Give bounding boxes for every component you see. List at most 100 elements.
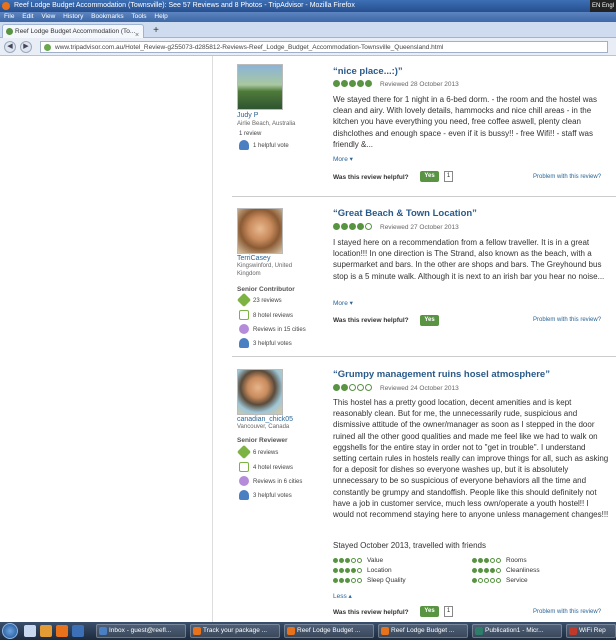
subrating-label: Value bbox=[367, 557, 384, 564]
site-identity-icon[interactable] bbox=[44, 44, 51, 51]
reviewer-level: Senior Contributor bbox=[237, 286, 295, 293]
reviewer-name[interactable]: TerriCasey bbox=[237, 255, 270, 262]
outlook-quicklaunch-icon[interactable] bbox=[72, 625, 84, 637]
helpful-yes-button[interactable]: Yes bbox=[420, 171, 439, 182]
helpful-count: 1 bbox=[444, 606, 453, 617]
reviewer-name[interactable]: Judy P bbox=[237, 112, 258, 119]
rating-bubbles-3 bbox=[333, 556, 363, 566]
avatar[interactable] bbox=[237, 208, 283, 254]
helpful-count: 1 bbox=[444, 171, 453, 182]
ribbon-icon bbox=[239, 140, 249, 151]
menu-bookmarks[interactable]: Bookmarks bbox=[91, 13, 124, 20]
back-button[interactable]: ◀ bbox=[4, 41, 16, 53]
review-body: We stayed there for 1 night in a 6-bed d… bbox=[333, 95, 597, 149]
taskbar-label: Reef Lodge Budget ... bbox=[391, 627, 455, 634]
helpful-yes-button[interactable]: Yes bbox=[420, 315, 439, 326]
taskbar-item-publication[interactable]: Publication1 - Micr... bbox=[472, 624, 562, 638]
review-body: I stayed here on a recommendation from a… bbox=[333, 238, 605, 281]
firefox-icon bbox=[2, 2, 10, 10]
more-link[interactable]: More ▾ bbox=[333, 155, 353, 163]
windows-taskbar: Inbox - guest@reefl... Track your packag… bbox=[0, 622, 616, 640]
stat-helpful: 3 helpful votes bbox=[239, 490, 292, 502]
hotel-icon bbox=[239, 462, 249, 473]
rating-bubbles-4 bbox=[472, 566, 502, 576]
subrating-location: Location bbox=[333, 566, 392, 575]
more-link[interactable]: More ▾ bbox=[333, 299, 353, 307]
taskbar-item-reef-lodge-2[interactable]: Reef Lodge Budget ... bbox=[378, 624, 468, 638]
subrating-label: Cleanliness bbox=[506, 567, 540, 574]
stat-helpful-label: 3 helpful votes bbox=[253, 341, 292, 347]
taskbar-item-track-package[interactable]: Track your package ... bbox=[190, 624, 280, 638]
stat-hotel-reviews: 4 hotel reviews bbox=[239, 462, 293, 474]
window-title-bar: Reef Lodge Budget Accommodation (Townsvi… bbox=[0, 0, 616, 12]
subrating-value: Value bbox=[333, 556, 383, 565]
tab-tripadvisor[interactable]: Reef Lodge Budget Accommodation (To... × bbox=[2, 24, 144, 38]
menu-history[interactable]: History bbox=[63, 13, 83, 20]
menu-file[interactable]: File bbox=[4, 13, 14, 20]
review-title[interactable]: “nice place...:)” bbox=[333, 66, 403, 77]
stat-hotel-reviews: 8 hotel reviews bbox=[239, 310, 293, 322]
review-date: Reviewed 24 October 2013 bbox=[380, 385, 459, 392]
subrating-sleep-quality: Sleep Quality bbox=[333, 576, 406, 585]
firefox-icon bbox=[381, 627, 389, 635]
firefox-icon bbox=[287, 627, 295, 635]
review-body: This hostel has a pretty good location, … bbox=[333, 398, 609, 520]
tripadvisor-favicon-icon bbox=[6, 28, 13, 35]
explorer-quicklaunch-icon[interactable] bbox=[24, 625, 36, 637]
helpful-votes: 1 helpful vote bbox=[239, 140, 289, 152]
new-tab-button[interactable]: + bbox=[150, 25, 162, 37]
taskbar-label: Reef Lodge Budget ... bbox=[297, 627, 361, 634]
subrating-label: Rooms bbox=[506, 557, 527, 564]
taskbar-label: Inbox - guest@reefl... bbox=[109, 627, 172, 634]
taskbar-item-reef-lodge-1[interactable]: Reef Lodge Budget ... bbox=[284, 624, 374, 638]
page-content: Judy P Airlie Beach, Australia 1 review … bbox=[0, 56, 616, 622]
review-title[interactable]: “Grumpy management ruins hosel atmospher… bbox=[333, 369, 550, 380]
report-problem-link[interactable]: Problem with this review? bbox=[533, 609, 601, 615]
rating-bubbles-5 bbox=[333, 80, 373, 89]
hotel-icon bbox=[239, 310, 249, 321]
avatar[interactable] bbox=[237, 369, 283, 415]
reviewer-name[interactable]: canadian_chick05 bbox=[237, 416, 293, 423]
rating-bubbles-1 bbox=[472, 576, 502, 586]
tab-label: Reef Lodge Budget Accommodation (To... bbox=[15, 28, 136, 35]
rating-bubbles-3 bbox=[472, 556, 502, 566]
less-link[interactable]: Less ▴ bbox=[333, 592, 352, 600]
taskbar-label: WiFi Rep bbox=[579, 627, 606, 634]
menu-help[interactable]: Help bbox=[154, 13, 167, 20]
tab-bar: Reef Lodge Budget Accommodation (To... ×… bbox=[0, 22, 616, 38]
url-bar[interactable]: www.tripadvisor.com.au/Hotel_Review-g255… bbox=[40, 41, 608, 53]
report-problem-link[interactable]: Problem with this review? bbox=[533, 174, 601, 180]
menu-tools[interactable]: Tools bbox=[131, 13, 146, 20]
ribbon-icon bbox=[239, 338, 249, 349]
helpful-yes-button[interactable]: Yes bbox=[420, 606, 439, 617]
stay-info: Stayed October 2013, travelled with frie… bbox=[333, 541, 486, 550]
rating-bubbles-3 bbox=[333, 576, 363, 586]
stat-reviews: 23 reviews bbox=[236, 293, 282, 308]
globe-icon bbox=[239, 476, 249, 487]
column-divider bbox=[212, 56, 213, 622]
taskbar-item-inbox[interactable]: Inbox - guest@reefl... bbox=[96, 624, 186, 638]
taskbar-item-wifi[interactable]: WiFi Rep bbox=[566, 624, 616, 638]
helpful-question: Was this review helpful? bbox=[333, 174, 409, 181]
menu-edit[interactable]: Edit bbox=[22, 13, 33, 20]
acrobat-icon bbox=[569, 627, 577, 635]
star-badge-icon bbox=[236, 445, 252, 460]
subrating-rooms: Rooms bbox=[472, 556, 527, 565]
review-separator bbox=[232, 356, 616, 357]
menu-view[interactable]: View bbox=[41, 13, 55, 20]
report-problem-link[interactable]: Problem with this review? bbox=[533, 317, 601, 323]
ribbon-icon bbox=[239, 490, 249, 501]
firefox-quicklaunch-icon[interactable] bbox=[56, 625, 68, 637]
helpful-question: Was this review helpful? bbox=[333, 317, 409, 324]
review-title[interactable]: “Great Beach & Town Location” bbox=[333, 208, 477, 219]
window-title: Reef Lodge Budget Accommodation (Townsvi… bbox=[14, 2, 355, 9]
forward-button[interactable]: ▶ bbox=[20, 41, 32, 53]
stat-cities: Reviews in 6 cities bbox=[239, 476, 302, 488]
avatar[interactable] bbox=[237, 64, 283, 110]
stat-cities-label: Reviews in 15 cities bbox=[253, 327, 306, 333]
stat-reviews-label: 6 reviews bbox=[253, 450, 279, 456]
language-indicator[interactable]: EN Engl bbox=[590, 0, 616, 12]
start-button[interactable] bbox=[2, 623, 18, 639]
media-quicklaunch-icon[interactable] bbox=[40, 625, 52, 637]
tab-close-icon[interactable]: × bbox=[135, 29, 139, 38]
